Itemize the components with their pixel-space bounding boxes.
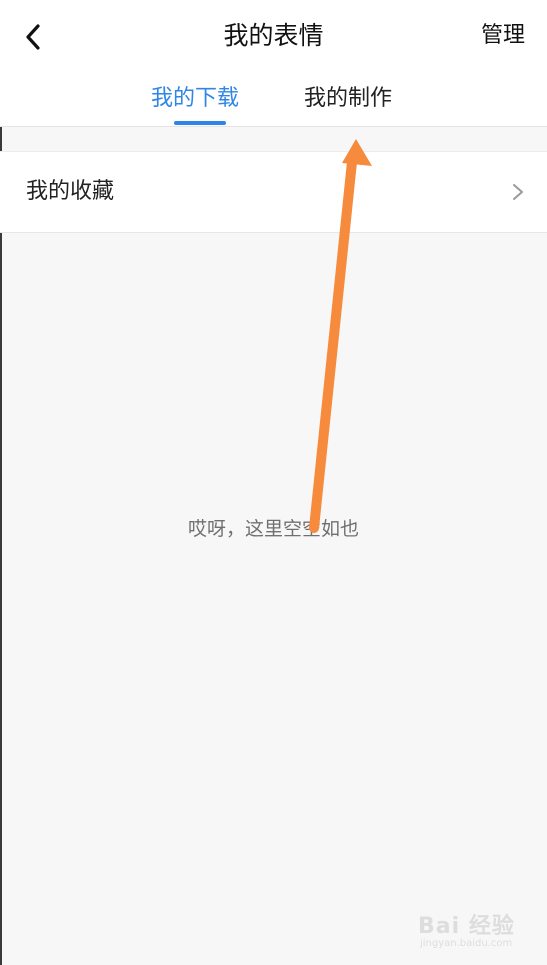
top-bar: 我的表情 管理 [0, 0, 547, 72]
active-tab-indicator [174, 121, 226, 125]
tab-bar: 我的下载 我的制作 [0, 72, 547, 126]
tab-my-downloads[interactable]: 我的下载 [151, 84, 239, 114]
my-favorites-label: 我的收藏 [26, 179, 115, 204]
manage-button[interactable]: 管理 [481, 0, 525, 72]
watermark-url: jingyan.baidu.com [420, 938, 513, 949]
watermark: Bai 经验 jingyan.baidu.com [418, 908, 528, 956]
tab-my-creations[interactable]: 我的制作 [304, 84, 392, 114]
my-favorites-row[interactable]: 我的收藏 [0, 151, 547, 233]
chevron-right-icon [513, 184, 523, 200]
back-button[interactable] [18, 20, 48, 54]
divider [0, 126, 547, 127]
window-edge [0, 0, 2, 965]
watermark-brand: Bai 经验 [418, 914, 515, 939]
page-title: 我的表情 [223, 21, 324, 50]
annotation-arrow [309, 139, 372, 533]
chevron-left-icon [26, 24, 40, 50]
empty-state-message: 哎呀，这里空空如也 [187, 518, 359, 540]
